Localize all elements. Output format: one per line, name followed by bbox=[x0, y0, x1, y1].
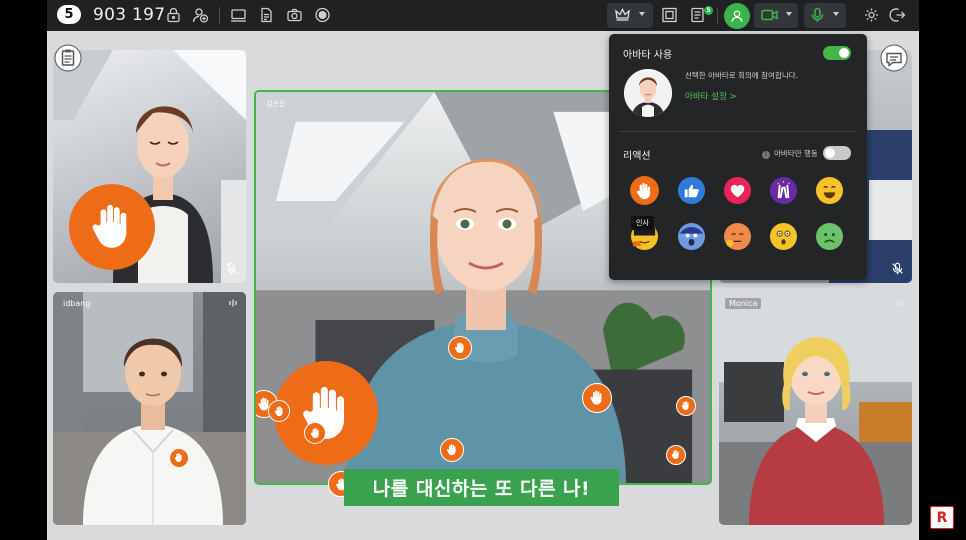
video-icon bbox=[760, 7, 779, 23]
wave-reaction-small bbox=[304, 422, 326, 444]
reaction-surprised-button[interactable] bbox=[677, 222, 706, 251]
participant-name: 김은진 bbox=[266, 100, 286, 108]
hand-icon bbox=[590, 390, 602, 405]
chevron-down-icon[interactable] bbox=[786, 12, 792, 16]
panel-divider bbox=[619, 131, 857, 132]
hand-icon bbox=[310, 427, 319, 438]
wave-reaction-small bbox=[268, 400, 290, 422]
avatar-settings-link[interactable]: 아바타 설정 > bbox=[685, 90, 737, 102]
exit-icon[interactable] bbox=[889, 7, 906, 23]
hand-icon bbox=[274, 405, 283, 416]
video-tile[interactable]: Monica bbox=[719, 292, 912, 525]
participant-name: Monica bbox=[725, 298, 762, 309]
hand-icon bbox=[672, 450, 680, 460]
wave-reaction-small bbox=[582, 383, 612, 413]
brand-logo: R bbox=[930, 506, 954, 529]
hand-icon bbox=[455, 342, 464, 354]
participant-name: idbang bbox=[63, 299, 91, 308]
avatar-use-label: 아바타 사용 bbox=[623, 50, 673, 61]
wave-hand-icon bbox=[630, 176, 659, 205]
avatar-thumbnail-image bbox=[624, 69, 672, 117]
top-toolbar: 5 903 197 5 bbox=[47, 0, 919, 31]
avatar-only-label: i 아바타만 행동 bbox=[762, 148, 818, 159]
thumbs-up-icon bbox=[677, 176, 706, 205]
hand-icon bbox=[447, 444, 456, 456]
subtitle-caption: 나를 대신하는 또 다른 나! bbox=[344, 469, 619, 506]
mic-off-icon bbox=[226, 262, 237, 275]
layout-icon[interactable] bbox=[661, 7, 678, 23]
wave-reaction-small bbox=[448, 336, 472, 360]
sorry-icon bbox=[723, 222, 752, 251]
selected-avatar-thumbnail[interactable] bbox=[624, 69, 672, 117]
participant-count-badge[interactable]: 5 bbox=[57, 5, 81, 24]
chevron-down-icon[interactable] bbox=[639, 12, 645, 16]
mic-off-icon bbox=[892, 262, 903, 275]
hand-icon bbox=[682, 401, 690, 411]
meeting-app: 5 903 197 5 idbang 김은진 Monica 나를 대신하는 또 … bbox=[47, 0, 919, 540]
screen-share-icon[interactable] bbox=[230, 7, 247, 23]
reaction-sorry-button[interactable] bbox=[723, 222, 752, 251]
wave-reaction-small bbox=[169, 448, 189, 468]
chat-bubble-icon[interactable] bbox=[880, 44, 908, 72]
wave-reaction-small bbox=[676, 396, 696, 416]
avatar-description: 선택한 아바타로 회의에 참여합니다. bbox=[685, 71, 799, 80]
avatar-icon bbox=[731, 10, 743, 22]
avatar-settings-panel: 아바타 사용 선택한 아바타로 회의에 참여합니다. 아바타 설정 > 리액션 … bbox=[609, 34, 867, 280]
participants-list-icon[interactable] bbox=[54, 44, 82, 72]
wave-reaction-small bbox=[666, 445, 686, 465]
heart-icon bbox=[723, 176, 752, 205]
surprised-icon bbox=[677, 222, 706, 251]
camera-icon[interactable] bbox=[286, 7, 303, 23]
avatar-mode-button[interactable] bbox=[724, 3, 750, 29]
hand-icon bbox=[92, 205, 127, 249]
wave-reaction-small bbox=[440, 438, 464, 462]
sad-icon bbox=[815, 222, 844, 251]
lock-icon[interactable] bbox=[165, 7, 182, 23]
chat-badge: 5 bbox=[704, 6, 713, 15]
reaction-heart-button[interactable] bbox=[723, 176, 752, 205]
reaction-laugh-button[interactable] bbox=[815, 176, 844, 205]
laugh-icon bbox=[815, 176, 844, 205]
info-icon: i bbox=[762, 151, 770, 159]
participant-avatar bbox=[346, 158, 626, 483]
room-id: 903 197 bbox=[93, 5, 166, 25]
shocked-icon bbox=[769, 222, 798, 251]
video-tile[interactable]: idbang bbox=[53, 292, 246, 525]
clap-icon bbox=[769, 176, 798, 205]
settings-icon[interactable] bbox=[863, 7, 880, 23]
document-icon[interactable] bbox=[258, 7, 275, 23]
chevron-down-icon[interactable] bbox=[833, 12, 839, 16]
reaction-wave-button[interactable] bbox=[630, 176, 659, 205]
participant-avatar bbox=[749, 337, 884, 525]
hand-icon bbox=[175, 453, 183, 463]
toolbar-divider bbox=[717, 7, 718, 24]
wave-reaction bbox=[69, 184, 155, 270]
reaction-shocked-button[interactable] bbox=[769, 222, 798, 251]
reaction-sad-button[interactable] bbox=[815, 222, 844, 251]
greet-tooltip: 인사 bbox=[631, 216, 654, 230]
participant-avatar bbox=[83, 338, 223, 525]
record-icon[interactable] bbox=[314, 7, 331, 23]
speaker-indicator-icon bbox=[229, 299, 237, 307]
avatar-use-toggle[interactable] bbox=[823, 46, 851, 60]
avatar-only-toggle[interactable] bbox=[823, 146, 851, 160]
mic-icon bbox=[809, 7, 826, 23]
toolbar-divider bbox=[219, 7, 220, 24]
reaction-thumbs-up-button[interactable] bbox=[677, 176, 706, 205]
reactions-label: 리액션 bbox=[623, 151, 651, 162]
crown-icon bbox=[614, 7, 631, 23]
screen: 5 903 197 5 idbang 김은진 Monica 나를 대신하는 또 … bbox=[0, 0, 966, 540]
speaker-indicator-icon bbox=[895, 299, 903, 307]
reaction-clap-button[interactable] bbox=[769, 176, 798, 205]
add-user-icon[interactable] bbox=[192, 7, 209, 23]
video-tile[interactable] bbox=[53, 50, 246, 283]
